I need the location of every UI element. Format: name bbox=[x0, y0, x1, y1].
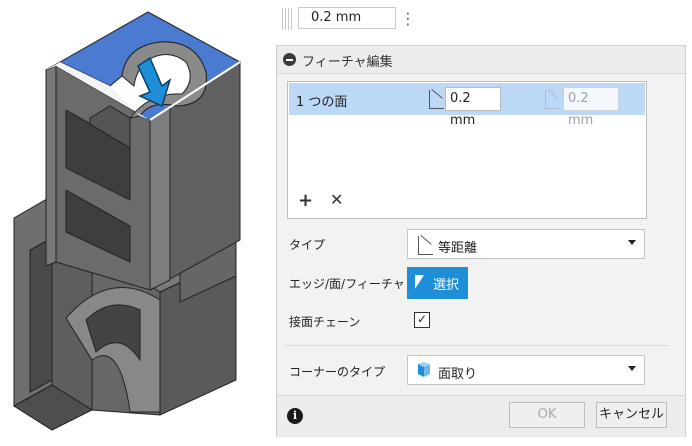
chamfer-corner-icon bbox=[418, 362, 430, 377]
type-label: タイプ bbox=[289, 238, 326, 252]
corner-type-dropdown[interactable]: 面取り bbox=[407, 355, 645, 385]
menu-dots-icon[interactable]: ⋮ bbox=[400, 8, 416, 30]
distance-input[interactable]: 0.2 mm bbox=[445, 87, 501, 128]
collapse-icon[interactable] bbox=[283, 53, 296, 66]
remove-button[interactable]: ✕ bbox=[330, 190, 343, 209]
offset-page-icon bbox=[418, 236, 433, 255]
dialog-footer: i OK キャンセル bbox=[277, 395, 685, 437]
tangent-chain-checkbox[interactable]: ✓ bbox=[414, 312, 430, 328]
dialog-title: フィーチャ編集 bbox=[302, 55, 393, 70]
face-count-label: 1 つの面 bbox=[296, 95, 348, 110]
edge-face-feature-label: エッジ/面/フィーチャ bbox=[289, 277, 405, 291]
offset-value-input[interactable]: 0.2 mm bbox=[298, 7, 396, 29]
select-button-label: 選択 bbox=[433, 278, 460, 293]
cursor-icon bbox=[415, 275, 424, 289]
cancel-button[interactable]: キャンセル bbox=[596, 402, 667, 428]
add-button[interactable]: + bbox=[298, 190, 313, 211]
tangent-chain-label: 接面チェーン bbox=[289, 315, 361, 329]
offset-value-bar: 0.2 mm ⋮ bbox=[282, 4, 416, 32]
select-button[interactable]: 選択 bbox=[407, 267, 468, 299]
feature-edit-dialog: フィーチャ編集 1 つの面 0.2 mm 0.2 mm + ✕ タイプ 等距離 … bbox=[276, 45, 686, 437]
ok-button[interactable]: OK bbox=[509, 402, 585, 428]
dialog-header[interactable]: フィーチャ編集 bbox=[277, 46, 685, 74]
face-list[interactable]: 1 つの面 0.2 mm 0.2 mm + ✕ bbox=[287, 81, 647, 219]
offset-page-icon bbox=[545, 90, 560, 109]
list-item[interactable]: 1 つの面 0.2 mm 0.2 mm bbox=[289, 83, 645, 128]
corner-type-label: コーナーのタイプ bbox=[289, 365, 386, 379]
type-dropdown[interactable]: 等距離 bbox=[407, 229, 645, 259]
info-icon[interactable]: i bbox=[287, 408, 303, 424]
chevron-down-icon bbox=[628, 366, 636, 371]
model-canvas bbox=[13, 11, 241, 431]
distance-input-secondary: 0.2 mm bbox=[563, 87, 619, 128]
corner-type-value: 面取り bbox=[438, 367, 478, 382]
offset-page-icon bbox=[429, 90, 444, 109]
chevron-down-icon bbox=[628, 240, 636, 245]
drag-handle[interactable] bbox=[282, 8, 292, 30]
type-value: 等距離 bbox=[438, 241, 478, 256]
divider bbox=[285, 345, 669, 346]
3d-viewport[interactable] bbox=[0, 0, 282, 442]
